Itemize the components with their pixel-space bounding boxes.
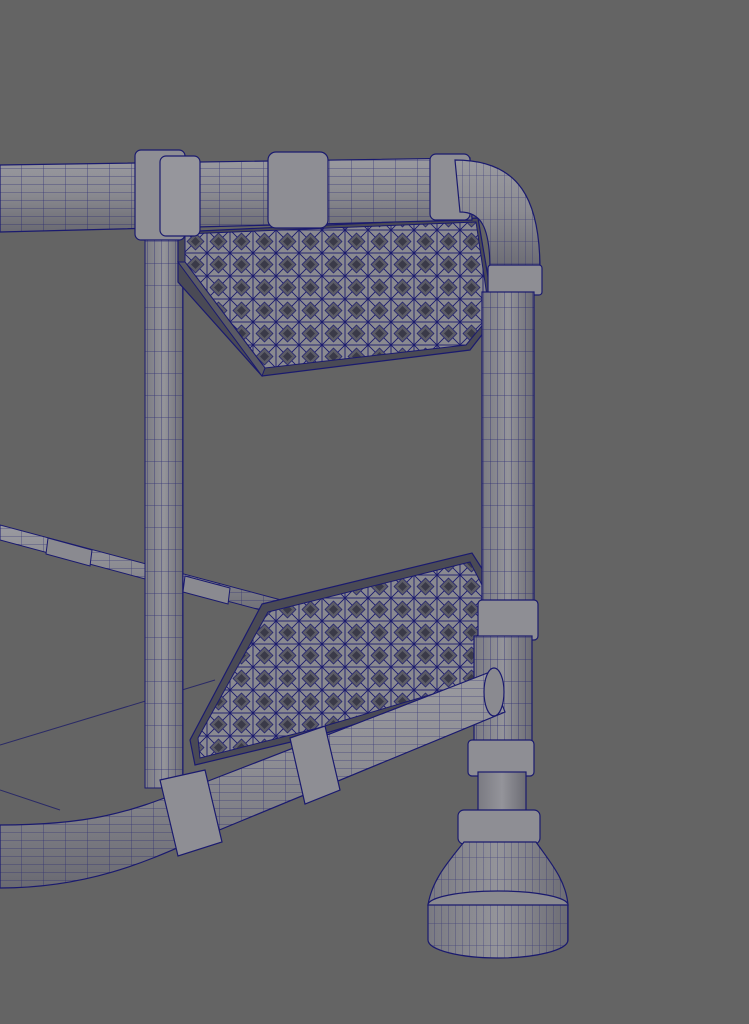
maya-3d-viewport[interactable]	[0, 0, 749, 1024]
wireframe-scene[interactable]	[0, 0, 749, 1024]
right-upright	[467, 264, 543, 823]
upper-grating-panel	[177, 217, 496, 378]
rail-foot	[427, 809, 569, 959]
inner-vertical-post	[144, 227, 184, 789]
